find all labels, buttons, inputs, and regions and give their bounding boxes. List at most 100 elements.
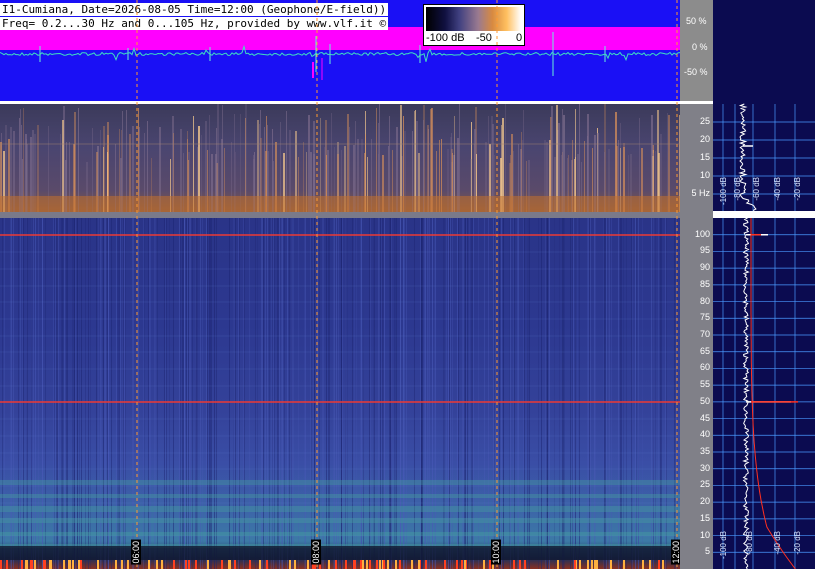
high-band-streak [660, 218, 661, 569]
high-band-streak [188, 218, 189, 569]
high-band-streak [200, 218, 201, 569]
high-band-streak [22, 218, 23, 569]
high-band-streak [334, 218, 335, 569]
high-band-streak [216, 218, 217, 569]
high-band-streak [579, 218, 580, 569]
high-band-floor-noise [362, 560, 364, 569]
high-band-floor-noise [80, 560, 82, 569]
high-band-streak [559, 218, 560, 569]
high-band-tick-label: 10 [699, 529, 710, 540]
high-band-streak [277, 218, 278, 569]
high-band-tick-label: 30 [699, 462, 710, 473]
high-band-streak [425, 218, 426, 569]
high-band-streak [588, 218, 589, 569]
high-band-streak [104, 218, 105, 569]
high-band-streak [434, 218, 435, 569]
high-band-streak [149, 218, 150, 569]
high-band-streak [457, 218, 458, 569]
high-band-streak [518, 218, 519, 569]
high-band-floor-noise [461, 560, 463, 569]
high-band-streak [623, 218, 624, 569]
high-band-streak [137, 218, 138, 569]
high-band-streak [361, 218, 362, 569]
high-band-streak [449, 218, 450, 569]
time-label: 10:00 [491, 540, 501, 565]
high-band-streak [189, 218, 190, 569]
high-band-streak [463, 218, 464, 569]
high-band-streak [190, 218, 191, 569]
high-band-streak [31, 218, 32, 569]
high-band-streak [305, 218, 306, 569]
high-band-streak [484, 218, 485, 569]
colorbar-label-min: -100 dB [426, 32, 465, 44]
high-band-streak [390, 218, 391, 569]
high-band-streak [165, 218, 166, 569]
high-band-floor-noise [418, 560, 420, 569]
high-band-streak [347, 218, 348, 569]
high-band-streak [148, 218, 149, 569]
high-band-streak [563, 218, 564, 569]
high-band-streak [608, 218, 609, 569]
high-band-tick-label: 45 [699, 412, 710, 423]
high-band-streak [155, 218, 156, 569]
high-band-streak [587, 218, 588, 569]
low-band-db-label: -40 dB [773, 177, 782, 201]
high-band-streak [382, 218, 383, 569]
high-band-floor-noise [78, 560, 80, 569]
high-band-streak [138, 218, 139, 569]
high-band-floor-noise [234, 560, 236, 569]
high-band-streak [26, 218, 27, 569]
low-band-streak [217, 104, 219, 212]
high-band-streak [187, 218, 188, 569]
high-band-streak [105, 218, 106, 569]
high-band-tick-label: 85 [699, 278, 710, 289]
high-band-streak [462, 218, 463, 569]
high-band-tick-label: 70 [699, 329, 710, 339]
high-band-streak [214, 218, 215, 569]
high-band-streak [27, 218, 28, 569]
high-band-streak [471, 218, 472, 569]
time-label: 06:00 [131, 540, 141, 565]
high-band-streak [143, 218, 144, 569]
high-band-tick-label: 15 [699, 512, 710, 523]
high-band-streak [469, 218, 470, 569]
high-band-floor-noise [50, 560, 52, 569]
high-band-floor-noise [574, 560, 576, 569]
high-band-streak [98, 218, 99, 569]
high-band-streak [210, 218, 211, 569]
high-band-streak [611, 218, 612, 569]
scale-label-50: 50 % [686, 16, 707, 26]
high-band-floor-noise [34, 560, 36, 569]
high-band-streak [317, 218, 318, 569]
high-band-streak [229, 218, 230, 569]
high-band-streak [119, 218, 120, 569]
high-band-floor-noise [31, 560, 33, 569]
high-band-streak [66, 218, 67, 569]
high-band-streak [478, 218, 479, 569]
high-band-streak [661, 218, 662, 569]
high-band-streak [4, 218, 5, 569]
high-band-floor-noise [72, 560, 74, 569]
high-band-floor-noise [642, 560, 644, 569]
high-band-floor-noise [97, 560, 99, 569]
high-band-streak [677, 218, 678, 569]
high-band-streak [154, 218, 155, 569]
high-band-streak [488, 218, 489, 569]
high-band-streak [635, 218, 636, 569]
high-band-harmonic [0, 506, 680, 512]
high-band-streak [594, 218, 595, 569]
high-band-streak [124, 218, 125, 569]
high-band-streak [529, 218, 530, 569]
high-band-streak [269, 218, 270, 569]
high-band-tick-label: 60 [699, 362, 710, 373]
low-band-floor [0, 196, 680, 212]
low-band-streak [245, 104, 247, 212]
high-band-streak [620, 218, 621, 569]
high-band-floor-noise [483, 560, 485, 569]
low-band-tick-label: 5 Hz [691, 188, 710, 198]
high-band-floor-noise [513, 560, 515, 569]
high-band-streak [547, 218, 548, 569]
high-band-streak [452, 218, 453, 569]
high-band-streak [501, 218, 502, 569]
high-band-streak [58, 218, 59, 569]
